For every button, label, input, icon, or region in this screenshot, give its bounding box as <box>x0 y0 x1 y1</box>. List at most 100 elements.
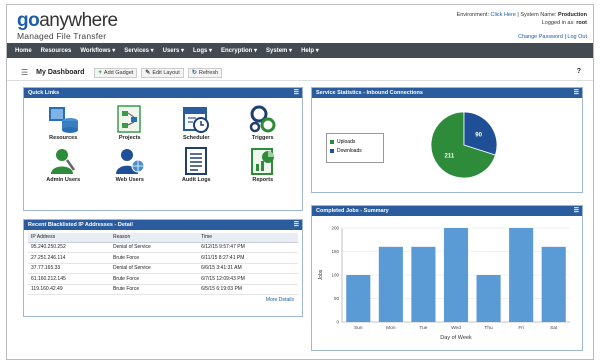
nav-help[interactable]: Help ▾ <box>301 47 319 54</box>
quick-link-audit-logs[interactable]: Audit Logs <box>163 146 230 183</box>
logo-go: go <box>17 10 40 31</box>
quick-link-reports[interactable]: Reports <box>230 146 297 183</box>
table-row[interactable]: 27.251.246.114 Brute Force 6/11/15 8:27:41… <box>28 252 298 264</box>
legend-swatch-downloads <box>330 148 334 153</box>
blacklist-table-wrap: IP Address Reason Time 95.240.250.252 Den… <box>24 230 302 303</box>
more-details-link[interactable]: More Details <box>28 295 298 303</box>
bar-chart: 0 50 100 150 200 Sun Mon Tue Wed Thu Fri Sat Day of … <box>318 226 570 341</box>
legend-item-downloads: Downloads <box>330 147 380 156</box>
cell-time: 6/11/15 8:27:41 PM <box>198 252 298 264</box>
quick-link-admin-users[interactable]: Admin Users <box>30 146 97 183</box>
projects-icon <box>117 105 141 133</box>
legend-label-uploads: Uploads <box>337 139 356 145</box>
nav-logs[interactable]: Logs ▾ <box>193 47 212 54</box>
cell-time: 6/12/15 9:57:47 PM <box>198 242 298 253</box>
admin-users-icon <box>51 149 76 174</box>
tagline: Managed File Transfer <box>17 31 107 41</box>
bar-sun <box>346 275 371 322</box>
cell-ip: 37.77.165.33 <box>28 263 110 274</box>
cell-time: 6/5/15 6:19:03 PM <box>198 284 298 295</box>
legend-swatch-uploads <box>330 139 334 144</box>
pie-chart: 211 90 <box>430 111 498 179</box>
quick-link-web-users[interactable]: Web Users <box>97 146 164 183</box>
quick-links-header: Quick Links ☰ <box>24 88 302 98</box>
logout-link[interactable]: Log Out <box>567 34 587 40</box>
cell-reason: Brute Force <box>110 273 199 285</box>
env-link[interactable]: Click Here <box>491 12 516 18</box>
panel-menu-icon[interactable]: ☰ <box>294 88 299 98</box>
add-gadget-button[interactable]: + Add Gadget <box>94 67 138 78</box>
main-nav: Home Resources Workflows ▾ Services ▾ Us… <box>7 43 593 58</box>
edit-layout-label: Edit Layout <box>152 69 180 76</box>
legend-label-downloads: Downloads <box>337 148 362 154</box>
service-stats-panel: Service Statistics - Inbound Connections… <box>311 87 583 193</box>
table-header-row: IP Address Reason Time <box>28 233 298 243</box>
blacklist-title: Recent Blacklisted IP Addresses - Detail <box>28 222 133 228</box>
logged-in-label: Logged in as: <box>541 20 575 26</box>
logged-in-user: root <box>576 20 587 26</box>
column-header-time[interactable]: Time <box>198 233 298 243</box>
cell-time: 6/6/15 3:41:31 AM <box>198 263 298 274</box>
nav-users[interactable]: Users ▾ <box>163 47 184 54</box>
add-gadget-label: Add Gadget <box>103 69 134 76</box>
bar-sat <box>541 246 566 322</box>
quick-link-resources[interactable]: Resources <box>30 104 97 141</box>
service-stats-header: Service Statistics - Inbound Connections… <box>312 88 582 98</box>
app-window: goanywhere Managed File Transfer Environ… <box>6 4 594 360</box>
panel-menu-icon[interactable]: ☰ <box>294 220 299 230</box>
system-label: | System Name: <box>517 12 557 18</box>
quick-link-scheduler[interactable]: Scheduler <box>163 104 230 141</box>
pie-chart-area: Uploads Downloads 211 90 <box>312 98 582 192</box>
table-row[interactable]: 61.160.212.145 Brute Force 6/7/15 12:09:43… <box>28 273 298 285</box>
quick-link-label: Admin Users <box>46 177 81 183</box>
pie-legend: Uploads Downloads <box>326 133 384 163</box>
y-axis-label: Jobs <box>318 269 324 280</box>
x-tick-label: Fri <box>518 325 524 331</box>
quick-link-triggers[interactable]: Triggers <box>230 104 297 141</box>
nav-services[interactable]: Services ▾ <box>124 47 153 54</box>
cell-reason: Denial of Service <box>110 242 199 253</box>
nav-system[interactable]: System ▾ <box>266 47 292 54</box>
nav-workflows[interactable]: Workflows ▾ <box>80 47 115 54</box>
quick-link-projects[interactable]: Projects <box>97 104 164 141</box>
quick-link-label: Triggers <box>251 135 274 141</box>
bar-mon <box>378 246 403 322</box>
hamburger-menu-icon[interactable]: ☰ <box>21 68 28 77</box>
table-row[interactable]: 95.240.250.252 Denial of Service 6/12/15 9… <box>28 242 298 253</box>
reports-icon <box>250 148 274 175</box>
refresh-label: Refresh <box>198 69 219 76</box>
quick-links-grid: Resources Projects Scheduler Triggers Ad… <box>24 98 302 183</box>
goanywhere-logo[interactable]: goanywhere <box>17 11 118 30</box>
nav-home[interactable]: Home <box>15 48 32 54</box>
quick-link-label: Reports <box>252 177 274 183</box>
column-header-reason[interactable]: Reason <box>110 233 199 243</box>
cell-ip: 95.240.250.252 <box>28 242 110 253</box>
x-tick-label: Wed <box>451 325 461 331</box>
panel-menu-icon[interactable]: ☰ <box>574 88 579 98</box>
blacklist-header: Recent Blacklisted IP Addresses - Detail… <box>24 220 302 230</box>
change-password-link[interactable]: Change Password <box>518 34 563 40</box>
nav-encryption[interactable]: Encryption ▾ <box>221 47 257 54</box>
web-users-icon <box>115 149 145 174</box>
y-tick-label: 100 <box>331 273 339 278</box>
help-button[interactable]: ? <box>577 68 581 75</box>
resources-icon <box>49 107 79 133</box>
edit-layout-button[interactable]: ✎ Edit Layout <box>141 67 184 78</box>
pie-data-label: 90 <box>475 132 482 138</box>
logo-anywhere: anywhere <box>39 10 118 31</box>
panel-menu-icon[interactable]: ☰ <box>574 206 579 216</box>
column-header-ip[interactable]: IP Address <box>28 233 110 243</box>
bar-fri <box>509 228 534 322</box>
x-tick-label: Sat <box>550 325 558 331</box>
session-info: Environment: Click Here | System Name: P… <box>456 12 587 40</box>
page-title: My Dashboard <box>36 69 85 76</box>
refresh-button[interactable]: ↻ Refresh <box>187 67 223 78</box>
nav-resources[interactable]: Resources <box>41 48 72 54</box>
env-label: Environment: <box>456 12 489 18</box>
blacklist-panel: Recent Blacklisted IP Addresses - Detail… <box>23 219 303 317</box>
bar-thu <box>476 275 501 322</box>
table-row[interactable]: 119.160.42.49 Brute Force 6/5/15 6:19:03 P… <box>28 284 298 295</box>
y-tick-label: 0 <box>336 320 339 325</box>
table-row[interactable]: 37.77.165.33 Denial of Service 6/6/15 3:41… <box>28 263 298 274</box>
quick-links-panel: Quick Links ☰ Resources Projects Schedul… <box>23 87 303 211</box>
